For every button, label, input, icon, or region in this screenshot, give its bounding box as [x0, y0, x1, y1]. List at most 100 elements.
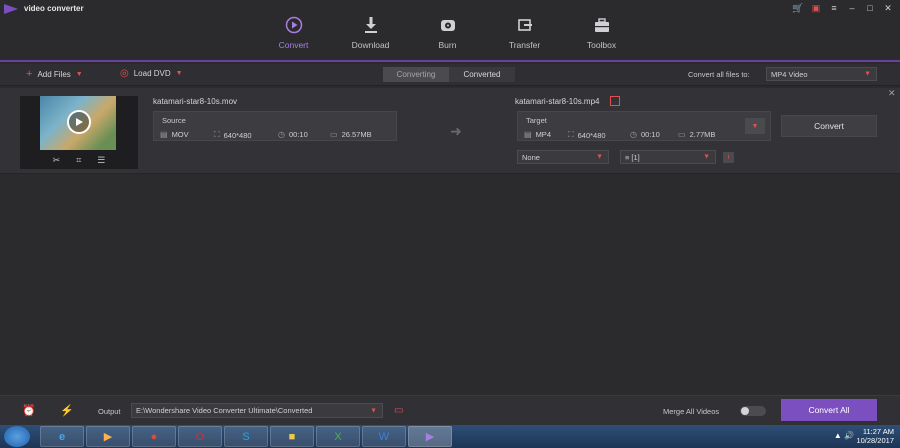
close-icon[interactable]: ✕	[882, 2, 894, 14]
info-icon[interactable]: i	[723, 152, 734, 163]
chevron-down-icon[interactable]: ▼	[176, 70, 183, 77]
alarm-clock-icon[interactable]: ⏰	[22, 404, 36, 417]
dvd-icon: ◎	[120, 68, 129, 79]
thumbnail-image	[40, 96, 116, 150]
start-button[interactable]	[4, 426, 30, 447]
play-icon[interactable]	[67, 110, 91, 134]
load-dvd-button[interactable]: ◎ Load DVD ▼	[120, 68, 183, 79]
source-label: Source	[162, 116, 186, 125]
chrome-icon[interactable]: ●	[132, 426, 176, 447]
clock-icon: ◷	[630, 130, 637, 139]
target-filename: katamari-star8-10s.mp4	[515, 97, 600, 106]
add-files-button[interactable]: + Add Files ▼	[26, 68, 83, 80]
bottom-bar: ⏰ ⚡ Output E:\Wondershare Video Converte…	[0, 395, 900, 425]
resolution-icon: ⛶	[568, 130, 574, 139]
target-format-dropdown[interactable]: ▼	[745, 118, 765, 134]
source-size: ▭ 26.57MB	[330, 130, 372, 139]
menu-icon[interactable]: ≡	[828, 2, 840, 14]
video-converter-taskbar-icon[interactable]: ▶	[408, 426, 452, 447]
skype-icon[interactable]: S	[224, 426, 268, 447]
minimize-icon[interactable]: –	[846, 2, 858, 14]
lightning-icon[interactable]: ⚡	[60, 404, 74, 417]
chevron-down-icon[interactable]: ▼	[76, 71, 83, 78]
convert-button[interactable]: Convert	[781, 115, 877, 137]
video-converter-window: video converter Convert Download Burn Tr…	[0, 0, 900, 448]
tab-converted[interactable]: Converted	[449, 67, 515, 82]
clock-time: 11:27 AM	[862, 427, 894, 436]
clock-icon: ◷	[278, 130, 285, 139]
output-path-select[interactable]: E:\Wondershare Video Converter Ultimate\…	[131, 403, 383, 418]
target-info-box: Target ▤ MP4 ⛶ 640*480 ◷ 00:10 ▭ 2.77MB	[517, 111, 771, 141]
target-duration: ◷ 00:10	[630, 130, 660, 139]
source-format: ▤ MOV	[160, 130, 189, 139]
open-folder-icon[interactable]: ▭	[394, 405, 403, 416]
merge-toggle[interactable]	[740, 406, 766, 416]
nav-download[interactable]: Download	[332, 0, 409, 60]
film-icon: ▤	[160, 130, 168, 139]
source-duration: ◷ 00:10	[278, 130, 308, 139]
output-label: Output	[98, 407, 121, 416]
load-dvd-label: Load DVD	[133, 69, 171, 78]
arrow-right-icon: ➜	[450, 123, 462, 139]
convert-all-format-value: MP4 Video	[771, 69, 808, 79]
nav-transfer-label: Transfer	[508, 40, 541, 50]
trim-icon[interactable]: ✂	[53, 155, 61, 166]
add-files-label: Add Files	[37, 69, 71, 79]
nav-toolbox-label: Toolbox	[586, 40, 617, 50]
download-icon	[364, 17, 377, 33]
windows-taskbar: e ▶ ● O S ■ X W ▶ ▲ 🔊 11:27 AM 10/28/201…	[0, 425, 900, 448]
convert-all-button[interactable]: Convert All	[781, 399, 877, 421]
tab-converting[interactable]: Converting	[383, 67, 449, 82]
clock[interactable]: 11:27 AM 10/28/2017	[856, 427, 894, 445]
toolbar: + Add Files ▼ ◎ Load DVD ▼ Converting Co…	[0, 64, 900, 86]
file-row: ✂ ⌗ ☰ katamari-star8-10s.mov Source ▤ MOV…	[0, 88, 900, 174]
nav-transfer[interactable]: Transfer	[486, 0, 563, 60]
toolbox-icon	[594, 18, 609, 32]
target-duration-value: 00:10	[640, 130, 660, 139]
media-player-icon[interactable]: ▶	[86, 426, 130, 447]
chevron-down-icon: ▼	[596, 153, 603, 161]
source-duration-value: 00:10	[288, 130, 308, 139]
effects-icon[interactable]: ☰	[97, 155, 105, 166]
explorer-icon[interactable]: ■	[270, 426, 314, 447]
convert-icon	[285, 16, 302, 34]
word-icon[interactable]: W	[362, 426, 406, 447]
nav-convert-label: Convert	[278, 40, 309, 50]
convert-all-to-label: Convert all files to:	[688, 70, 750, 79]
excel-icon[interactable]: X	[316, 426, 360, 447]
subtitle-select[interactable]: None ▼	[517, 150, 609, 164]
nav-burn[interactable]: Burn	[409, 0, 486, 60]
source-filename: katamari-star8-10s.mov	[153, 97, 238, 106]
nav-convert[interactable]: Convert	[255, 0, 332, 60]
source-info-box: Source ▤ MOV ⛶ 640*480 ◷ 00:10 ▭ 26.57MB	[153, 111, 397, 141]
merge-label: Merge All Videos	[663, 407, 720, 416]
clock-date: 10/28/2017	[856, 436, 894, 445]
convert-all-format-select[interactable]: MP4 Video ▼	[766, 67, 877, 81]
crop-icon[interactable]: ⌗	[76, 155, 81, 166]
gift-icon[interactable]: ▣	[810, 2, 822, 14]
target-format: ▤ MP4	[524, 130, 551, 139]
subtitle-select-value: None	[522, 152, 540, 162]
audio-track-icon: ≡	[625, 152, 630, 162]
tray-icons[interactable]: ▲ 🔊	[834, 431, 854, 440]
remove-file-icon[interactable]: ✕	[888, 88, 896, 99]
film-icon: ▤	[524, 130, 532, 139]
edit-icon[interactable]	[610, 96, 620, 106]
burn-icon	[440, 20, 455, 31]
nav-download-label: Download	[351, 40, 390, 50]
target-size-value: 2.77MB	[689, 130, 716, 139]
chevron-down-icon: ▼	[370, 407, 377, 414]
nav-toolbox[interactable]: Toolbox	[563, 0, 640, 60]
resolution-icon: ⛶	[214, 130, 220, 139]
folder-icon: ▭	[678, 130, 686, 139]
cart-icon[interactable]: 🛒	[792, 2, 804, 14]
target-resolution: ⛶ 640*480	[568, 130, 606, 140]
target-label: Target	[526, 116, 547, 125]
opera-icon[interactable]: O	[178, 426, 222, 447]
output-path-value: E:\Wondershare Video Converter Ultimate\…	[136, 406, 313, 415]
app-logo-icon	[4, 4, 18, 14]
audio-track-value: [1]	[631, 152, 640, 162]
maximize-icon[interactable]: □	[864, 2, 876, 14]
ie-icon[interactable]: e	[40, 426, 84, 447]
audio-track-select[interactable]: ≡ [1] ▼	[620, 150, 716, 164]
